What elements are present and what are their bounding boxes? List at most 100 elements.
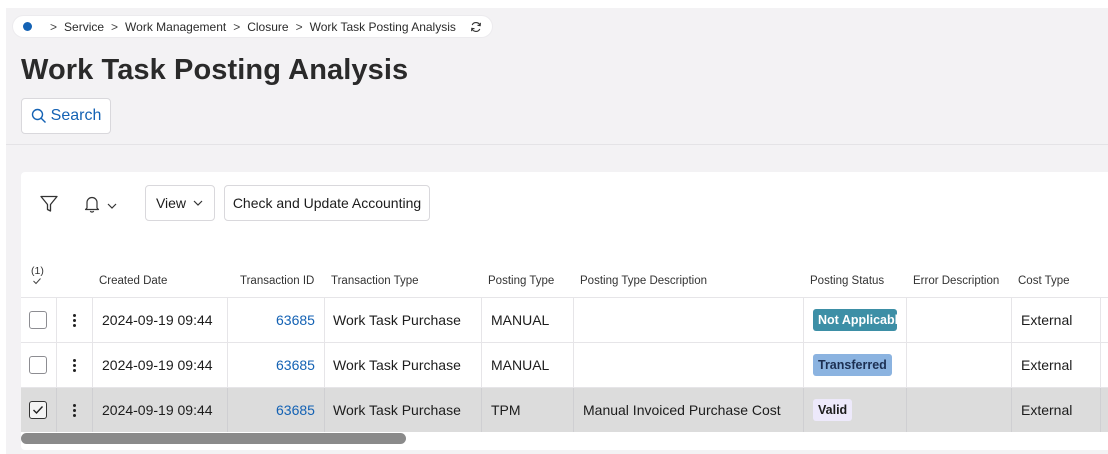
row-checkbox[interactable]: [29, 311, 47, 329]
column-divider: [573, 388, 574, 432]
column-divider: [227, 388, 228, 432]
column-divider: [906, 343, 907, 387]
column-divider: [803, 343, 804, 387]
search-label: Search: [50, 107, 102, 124]
chevron-down-icon: [193, 200, 203, 206]
column-divider: [906, 298, 907, 342]
check-icon: [33, 406, 44, 415]
col-posting-type-description[interactable]: Posting Type Description: [580, 260, 707, 297]
col-created-date[interactable]: Created Date: [99, 260, 167, 297]
column-divider: [227, 298, 228, 342]
column-divider: [324, 298, 325, 342]
col-posting-status[interactable]: Posting Status: [810, 260, 884, 297]
posting-type-cell: TPM: [491, 402, 521, 418]
transaction-type-cell: Work Task Purchase: [333, 357, 461, 373]
breadcrumb: > Service > Work Management > Closure > …: [13, 16, 492, 37]
transaction-id-link[interactable]: 63685: [276, 343, 315, 387]
col-transaction-type[interactable]: Transaction Type: [331, 260, 419, 297]
column-divider: [56, 298, 57, 342]
view-label: View: [155, 195, 187, 211]
chevron-right-icon: >: [295, 19, 303, 34]
col-cost-type[interactable]: Cost Type: [1018, 260, 1070, 297]
column-divider: [803, 388, 804, 432]
column-divider: [481, 343, 482, 387]
home-dot-icon[interactable]: [23, 22, 32, 31]
column-divider: [803, 298, 804, 342]
cost-type-cell: External: [1021, 402, 1073, 418]
column-divider: [1100, 343, 1101, 387]
column-divider: [324, 388, 325, 432]
selected-count: (1): [31, 265, 44, 277]
chevron-right-icon: >: [50, 19, 58, 34]
row-checkbox[interactable]: [29, 401, 47, 419]
breadcrumb-closure[interactable]: Closure: [247, 20, 288, 34]
top-band: [0, 0, 1108, 8]
breadcrumb-service[interactable]: Service: [64, 20, 104, 34]
column-divider: [92, 343, 93, 387]
table-row[interactable]: 2024-09-19 09:44 63685 Work Task Purchas…: [21, 387, 1108, 432]
section-divider: [6, 144, 1108, 145]
select-all-header[interactable]: (1): [31, 266, 44, 288]
row-checkbox[interactable]: [29, 356, 47, 374]
filter-icon[interactable]: [39, 194, 59, 214]
column-divider: [481, 388, 482, 432]
column-divider: [92, 298, 93, 342]
table-row[interactable]: 2024-09-19 09:44 63685 Work Task Purchas…: [21, 297, 1108, 342]
view-button[interactable]: View: [145, 185, 215, 221]
column-divider: [481, 298, 482, 342]
transaction-type-cell: Work Task Purchase: [333, 312, 461, 328]
column-divider: [1011, 343, 1012, 387]
chevron-right-icon: >: [233, 19, 241, 34]
left-band: [0, 0, 6, 454]
horizontal-scrollbar[interactable]: [21, 431, 1108, 445]
col-posting-type[interactable]: Posting Type: [488, 260, 554, 297]
cost-type-cell: External: [1021, 312, 1073, 328]
posting-type-cell: MANUAL: [491, 357, 550, 373]
posting-type-cell: MANUAL: [491, 312, 550, 328]
column-divider: [227, 343, 228, 387]
refresh-icon[interactable]: [470, 21, 482, 33]
breadcrumb-work-management[interactable]: Work Management: [125, 20, 226, 34]
transaction-id-link[interactable]: 63685: [276, 388, 315, 432]
column-divider: [324, 343, 325, 387]
transaction-id-link[interactable]: 63685: [276, 298, 315, 342]
table-row[interactable]: 2024-09-19 09:44 63685 Work Task Purchas…: [21, 342, 1108, 387]
column-divider: [1100, 298, 1101, 342]
row-menu-icon[interactable]: [72, 403, 76, 417]
status-badge: Not Applicable: [813, 309, 897, 331]
search-button[interactable]: Search: [21, 98, 111, 134]
col-transaction-id[interactable]: Transaction ID: [240, 260, 314, 297]
column-divider: [92, 388, 93, 432]
column-divider: [573, 298, 574, 342]
grid-header: (1) Created Date Transaction ID Transact…: [21, 260, 1108, 297]
check-icon: [33, 278, 42, 285]
notification-menu[interactable]: [84, 194, 124, 214]
search-icon: [31, 108, 46, 123]
check-update-accounting-button[interactable]: Check and Update Accounting: [224, 185, 430, 221]
column-divider: [56, 388, 57, 432]
grid-toolbar: View Check and Update Accounting: [21, 185, 1108, 221]
page-title: Work Task Posting Analysis: [21, 54, 409, 86]
bell-icon: [84, 196, 100, 213]
status-badge: Valid: [813, 399, 853, 421]
chevron-right-icon: >: [111, 19, 119, 34]
column-divider: [906, 388, 907, 432]
column-divider: [56, 343, 57, 387]
posting-grid: (1) Created Date Transaction ID Transact…: [21, 260, 1108, 432]
status-badge: Transferred: [813, 354, 892, 376]
column-divider: [573, 343, 574, 387]
row-menu-icon[interactable]: [72, 313, 76, 327]
results-panel: View Check and Update Accounting (1) Cre…: [21, 172, 1108, 450]
column-divider: [1100, 388, 1101, 432]
chevron-down-icon: [107, 203, 117, 209]
breadcrumb-current: Work Task Posting Analysis: [309, 19, 456, 34]
created-date-cell: 2024-09-19 09:44: [102, 402, 213, 418]
created-date-cell: 2024-09-19 09:44: [102, 357, 213, 373]
column-divider: [1011, 298, 1012, 342]
col-error-description[interactable]: Error Description: [913, 260, 999, 297]
row-menu-icon[interactable]: [72, 358, 76, 372]
scrollbar-thumb[interactable]: [21, 433, 406, 444]
cost-type-cell: External: [1021, 357, 1073, 373]
posting-type-description-cell: Manual Invoiced Purchase Cost: [583, 402, 781, 418]
column-divider: [1011, 388, 1012, 432]
